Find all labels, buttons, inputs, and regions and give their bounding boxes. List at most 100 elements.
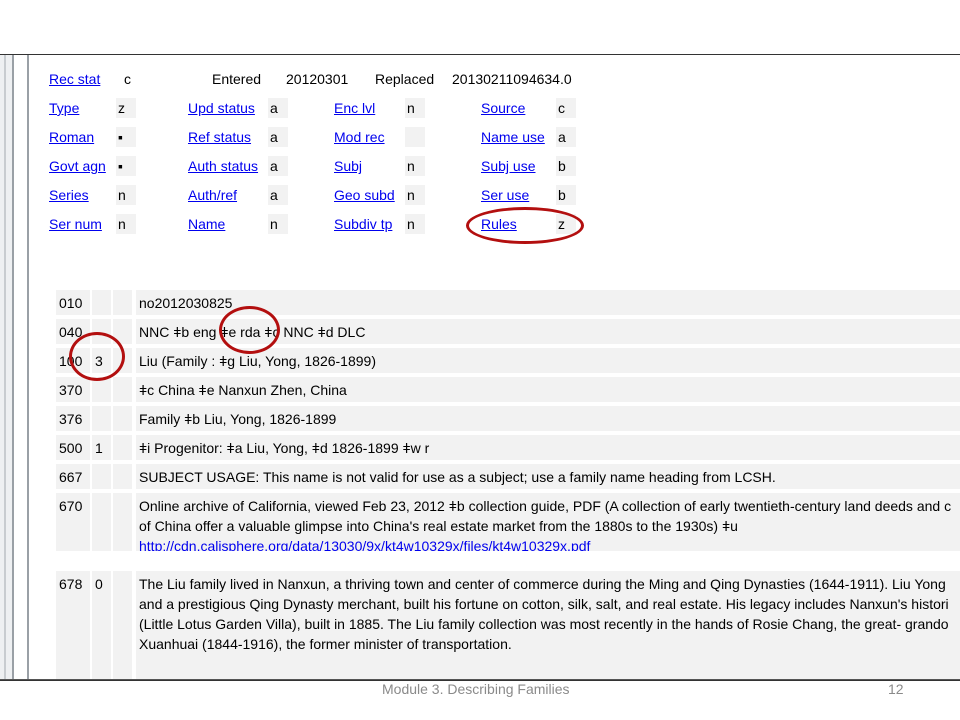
replaced-value: 20130211094634.0 <box>452 71 572 87</box>
indicator-1[interactable] <box>92 319 111 344</box>
field-tag[interactable]: 678 <box>56 571 90 680</box>
field-tag[interactable]: 040 <box>56 319 90 344</box>
field-data[interactable]: Family ǂb Liu, Yong, 1826-1899 <box>136 406 960 431</box>
field-url-link[interactable]: http://cdn.calisphere.org/data/13030/9x/… <box>139 538 590 551</box>
subj-value[interactable]: n <box>405 156 425 176</box>
series-link[interactable]: Series <box>49 185 89 205</box>
indicator-1[interactable] <box>92 406 111 431</box>
field-data[interactable]: Online archive of California, viewed Feb… <box>136 493 960 551</box>
auth-status-value[interactable]: a <box>268 156 288 176</box>
upd-status-link[interactable]: Upd status <box>188 98 255 118</box>
ser-num-link[interactable]: Ser num <box>49 214 102 234</box>
enc-lvl-value[interactable]: n <box>405 98 425 118</box>
rec-stat-value: c <box>124 71 131 87</box>
rec-stat-link[interactable]: Rec stat <box>49 69 100 89</box>
mod-rec-value[interactable] <box>405 127 425 147</box>
variable-fields-table: 010 no2012030825 040 NNC ǂb eng ǂe rda ǂc N… <box>56 288 960 680</box>
auth-ref-value[interactable]: a <box>268 185 288 205</box>
field-tag[interactable]: 670 <box>56 493 90 551</box>
roman-link[interactable]: Roman <box>49 127 94 147</box>
ser-use-value[interactable]: b <box>556 185 576 205</box>
field-data[interactable]: SUBJECT USAGE: This name is not valid fo… <box>136 464 960 489</box>
authority-record-window: Rec stat c Entered 20120301 Replaced 201… <box>0 54 960 681</box>
ser-num-value[interactable]: n <box>116 214 136 234</box>
name-use-value[interactable]: a <box>556 127 576 147</box>
field-tag[interactable]: 370 <box>56 377 90 402</box>
indicator-1[interactable] <box>92 464 111 489</box>
roman-value[interactable]: ▪ <box>116 127 136 147</box>
name-link[interactable]: Name <box>188 214 225 234</box>
field-tag[interactable]: 010 <box>56 290 90 315</box>
field-row-040: 040 NNC ǂb eng ǂe rda ǂc NNC ǂd DLC <box>56 319 960 344</box>
field-data-line: Family ǂb Liu, Yong, 1826-1899 <box>139 411 337 427</box>
indicator-1[interactable]: 3 <box>92 348 111 373</box>
indicator-2[interactable] <box>113 290 132 315</box>
type-value[interactable]: z <box>116 98 136 118</box>
footer-page-number: 12 <box>888 681 904 697</box>
subdiv-tp-value[interactable]: n <box>405 214 425 234</box>
fixed-field-area: Rec stat c Entered 20120301 Replaced 201… <box>30 55 960 285</box>
indicator-2[interactable] <box>113 464 132 489</box>
indicator-2[interactable] <box>113 406 132 431</box>
indicator-2[interactable] <box>113 493 132 551</box>
rules-value[interactable]: z <box>556 214 576 234</box>
entered-value: 20120301 <box>286 71 349 87</box>
indicator-1[interactable]: 1 <box>92 435 111 460</box>
subj-use-link[interactable]: Subj use <box>481 156 535 176</box>
series-value[interactable]: n <box>116 185 136 205</box>
indicator-1[interactable] <box>92 290 111 315</box>
window-inner-border <box>27 55 29 680</box>
subj-link[interactable]: Subj <box>334 156 362 176</box>
source-link[interactable]: Source <box>481 98 525 118</box>
auth-status-link[interactable]: Auth status <box>188 156 258 176</box>
field-data-line: NNC ǂb eng ǂe rda ǂc NNC ǂd DLC <box>139 324 366 340</box>
field-data-line: of China offer a valuable glimpse into C… <box>139 518 738 534</box>
auth-ref-link[interactable]: Auth/ref <box>188 185 237 205</box>
field-row-010: 010 no2012030825 <box>56 290 960 315</box>
replaced-label: Replaced <box>375 71 435 87</box>
field-tag[interactable]: 376 <box>56 406 90 431</box>
field-data-line: Liu (Family : ǂg Liu, Yong, 1826-1899) <box>139 353 376 369</box>
field-row-667: 667 SUBJECT USAGE: This name is not valid… <box>56 464 960 489</box>
field-tag[interactable]: 500 <box>56 435 90 460</box>
mod-rec-link[interactable]: Mod rec <box>334 127 385 147</box>
enc-lvl-link[interactable]: Enc lvl <box>334 98 375 118</box>
field-data-line: Xuanhuai (1844-1916), the former ministe… <box>139 636 512 652</box>
field-tag[interactable]: 100 <box>56 348 90 373</box>
indicator-2[interactable] <box>113 319 132 344</box>
name-value[interactable]: n <box>268 214 288 234</box>
field-row-670: 670 Online archive of California, viewed … <box>56 493 960 551</box>
field-data[interactable]: ǂi Progenitor: ǂa Liu, Yong, ǂd 1826-189… <box>136 435 960 460</box>
govt-agn-value[interactable]: ▪ <box>116 156 136 176</box>
indicator-1[interactable] <box>92 493 111 551</box>
field-data[interactable]: ǂc China ǂe Nanxun Zhen, China <box>136 377 960 402</box>
indicator-2[interactable] <box>113 348 132 373</box>
ser-use-link[interactable]: Ser use <box>481 185 529 205</box>
ref-status-value[interactable]: a <box>268 127 288 147</box>
indicator-1[interactable] <box>92 377 111 402</box>
subdiv-tp-link[interactable]: Subdiv tp <box>334 214 392 234</box>
name-use-link[interactable]: Name use <box>481 127 545 147</box>
field-row-678: 678 0 The Liu family lived in Nanxun, a th… <box>56 571 960 680</box>
field-data[interactable]: Liu (Family : ǂg Liu, Yong, 1826-1899) <box>136 348 960 373</box>
geo-subd-link[interactable]: Geo subd <box>334 185 395 205</box>
field-data-line: SUBJECT USAGE: This name is not valid fo… <box>139 469 776 485</box>
indicator-2[interactable] <box>113 571 132 680</box>
ref-status-link[interactable]: Ref status <box>188 127 251 147</box>
field-tag[interactable]: 667 <box>56 464 90 489</box>
indicator-2[interactable] <box>113 377 132 402</box>
field-data[interactable]: NNC ǂb eng ǂe rda ǂc NNC ǂd DLC <box>136 319 960 344</box>
geo-subd-value[interactable]: n <box>405 185 425 205</box>
field-data[interactable]: The Liu family lived in Nanxun, a thrivi… <box>136 571 960 680</box>
subj-use-value[interactable]: b <box>556 156 576 176</box>
indicator-2[interactable] <box>113 435 132 460</box>
indicator-1[interactable]: 0 <box>92 571 111 680</box>
type-link[interactable]: Type <box>49 98 79 118</box>
upd-status-value[interactable]: a <box>268 98 288 118</box>
rules-link[interactable]: Rules <box>481 214 517 234</box>
source-value[interactable]: c <box>556 98 576 118</box>
footer-title: Module 3. Describing Families <box>382 681 570 697</box>
field-data[interactable]: no2012030825 <box>136 290 960 315</box>
govt-agn-link[interactable]: Govt agn <box>49 156 106 176</box>
field-data-line: ǂc China ǂe Nanxun Zhen, China <box>139 382 347 398</box>
